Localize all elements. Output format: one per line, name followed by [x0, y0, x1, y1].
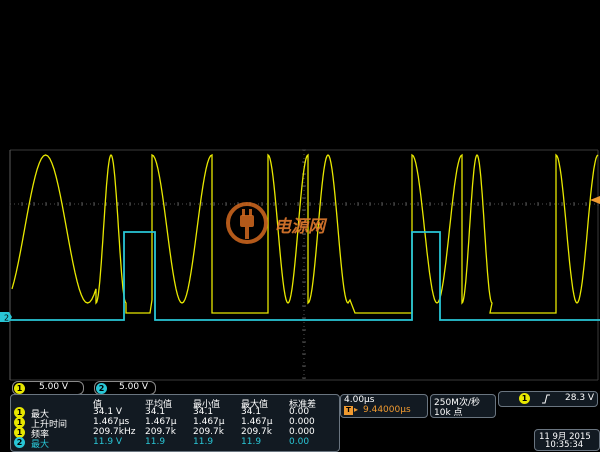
trigger-source-badge: 1 [519, 393, 530, 404]
measurement-mean: 209.7k [145, 427, 176, 437]
watermark-text: 电源网 [274, 217, 325, 237]
measurement-value: 34.1 V [93, 407, 123, 417]
ch1-badge: 1 [14, 382, 25, 394]
measurement-row: 2 最大 11.9 V 11.9 11.9 11.9 0.00 [11, 437, 337, 450]
watermark-logo: 电源网 [224, 200, 344, 248]
measurement-row: 1 最大 34.1 V 34.1 34.1 34.1 0.00 [11, 407, 337, 420]
measurement-std: 0.000 [289, 417, 315, 427]
record-length: 10k 点 [434, 408, 463, 418]
measurement-std: 0.000 [289, 427, 315, 437]
measurement-max: 1.467µ [241, 417, 273, 427]
timebase-delay: 9.44000µs [363, 405, 411, 415]
time-text: 10:35:34 [545, 440, 584, 450]
trigger-level: 28.3 V [565, 393, 595, 403]
ch1-scale-box[interactable]: 1 5.00 V [12, 381, 84, 395]
ch2-scale-box[interactable]: 2 5.00 V [94, 381, 156, 395]
measurement-min: 209.7k [193, 427, 224, 437]
trigger-box[interactable]: 1 28.3 V [498, 391, 598, 407]
measurement-min: 1.467µ [193, 417, 225, 427]
row-channel-badge: 2 [14, 437, 25, 448]
trigger-level-marker[interactable] [590, 196, 600, 204]
measurement-min: 34.1 [193, 407, 214, 417]
measurement-value: 1.467µs [93, 417, 130, 427]
timebase-scale: 4.00µs [344, 395, 375, 405]
delay-marker-icon: T [344, 406, 353, 415]
measurement-mean: 1.467µ [145, 417, 177, 427]
measurement-std: 0.00 [289, 437, 310, 447]
measurement-row: 1 上升时间 1.467µs 1.467µ 1.467µ 1.467µ 0.00… [11, 417, 337, 430]
ch2-ground-label: 2 [4, 314, 9, 323]
rising-edge-icon [542, 394, 550, 404]
ch1-scale: 5.00 V [39, 382, 69, 392]
timebase-box[interactable]: 4.00µs T ▸ 9.44000µs [340, 394, 428, 418]
measurement-max: 34.1 [241, 407, 262, 417]
measurement-min: 11.9 [193, 437, 214, 447]
plug-icon [226, 202, 268, 244]
measurement-value: 209.7kHz [93, 427, 136, 437]
delay-arrow-icon: ▸ [354, 405, 359, 414]
measurement-max: 209.7k [241, 427, 272, 437]
measurement-panel[interactable]: 值 平均值 最小值 最大值 标准差 1 最大 34.1 V 34.1 34.1 … [10, 394, 340, 452]
measurement-mean: 11.9 [145, 437, 166, 447]
ch2-scale: 5.00 V [119, 382, 149, 392]
measurement-std: 0.00 [289, 407, 310, 417]
acquisition-box[interactable]: 250M次/秒 10k 点 [430, 394, 496, 418]
graticule [9, 149, 599, 381]
measurement-max: 11.9 [241, 437, 262, 447]
measurement-name: 最大 [31, 440, 50, 450]
datetime-box: 11 9月 2015 10:35:34 [534, 429, 600, 451]
measurement-mean: 34.1 [145, 407, 166, 417]
measurement-value: 11.9 V [93, 437, 123, 447]
measurement-row: 1 频率 209.7kHz 209.7k 209.7k 209.7k 0.000 [11, 427, 337, 440]
ch2-badge: 2 [96, 382, 107, 394]
